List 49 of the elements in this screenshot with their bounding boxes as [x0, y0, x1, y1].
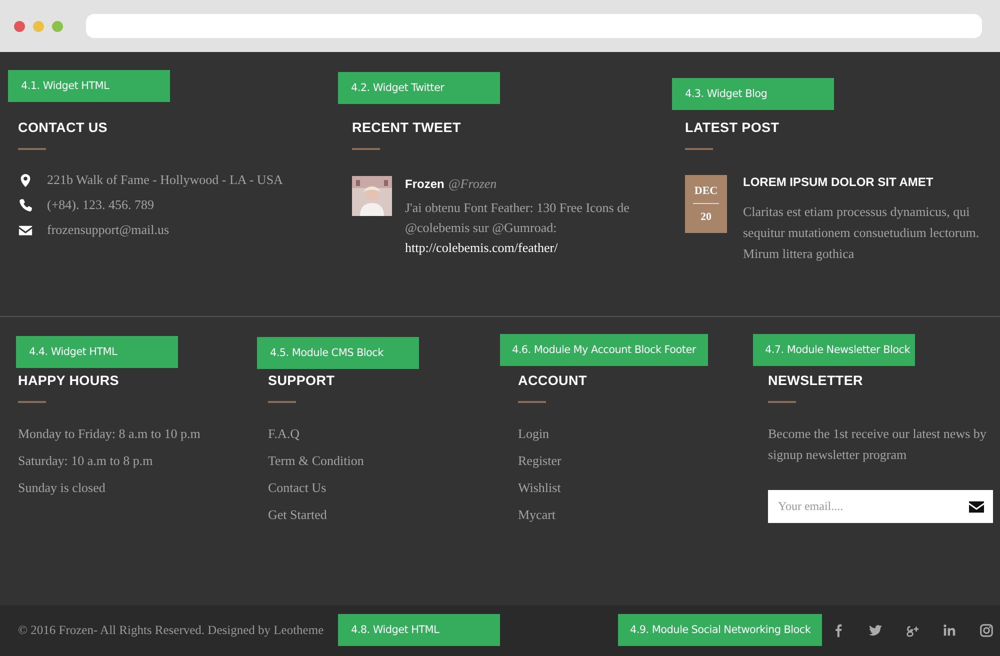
section-heading: LATEST POST [685, 120, 780, 136]
post-title[interactable]: LOREM IPSUM DOLOR SIT AMET [743, 175, 992, 189]
hours-text: Sunday is closed [18, 479, 106, 497]
tweet-link[interactable]: http://colebemis.com/feather/ [405, 240, 558, 255]
footer-link[interactable]: F.A.Q [268, 425, 300, 443]
date-month: DEC [694, 185, 718, 197]
post-excerpt: Claritas est etiam processus dynamicus, qui sequitur mutationem consuetudium lectorum. Mirum littera gothica [743, 203, 980, 263]
contact-text: 221b Walk of Fame - Hollywood - LA - USA [47, 172, 283, 188]
camera-icon[interactable] [979, 623, 994, 638]
newsletter-text: Become the 1st receive our latest news by signup newsletter program [768, 425, 988, 464]
date-day: 20 [700, 211, 712, 223]
annotation-label: 4.8. Widget HTML [338, 614, 500, 646]
annotation-label: 4.5. Module CMS Block [257, 337, 419, 369]
section-heading: ACCOUNT [518, 373, 588, 389]
annotation-label: 4.6. Module My Account Block Footer [500, 334, 708, 366]
tweet-author: Frozen [405, 177, 444, 191]
section-heading: NEWSLETTER [768, 373, 864, 389]
envelope-icon[interactable] [969, 501, 984, 513]
footer-link[interactable]: Login [518, 425, 550, 443]
contact-text: (+84). 123. 456. 789 [47, 197, 154, 213]
section-heading: RECENT TWEET [352, 120, 462, 136]
annotation-label: 4.9. Module Social Networking Block [618, 614, 822, 646]
email-field[interactable]: Your email.... [768, 490, 993, 523]
footer-link[interactable]: Wishlist [518, 479, 561, 497]
google-plus-icon[interactable] [905, 623, 920, 638]
annotation-label: 4.4. Widget HTML [16, 336, 178, 368]
hours-text: Monday to Friday: 8 a.m to 10 p.m [18, 425, 200, 443]
footer-link[interactable]: Get Started [268, 506, 327, 524]
annotation-label: 4.3. Widget Blog [672, 78, 834, 110]
annotation-label: 4.2. Widget Twitter [338, 72, 500, 104]
tweet-text: J'ai obtenu Font Feather: 130 Free Icons de @colebemis sur @Gumroad: http://colebemis.com/feather/ [405, 199, 630, 257]
footer-link[interactable]: Contact Us [268, 479, 326, 497]
section-heading: SUPPORT [268, 373, 336, 389]
tweet-handle: @Frozen [448, 176, 497, 192]
phone-icon [18, 198, 33, 212]
window-control[interactable] [14, 20, 25, 32]
annotation-label: 4.1. Widget HTML [8, 70, 170, 102]
footer-link[interactable]: Term & Condition [268, 452, 364, 470]
footer-link[interactable]: Register [518, 452, 562, 470]
location-pin-icon [18, 172, 33, 188]
annotation-label: 4.7. Module Newsletter Block [753, 334, 915, 366]
section-heading: CONTACT US [18, 120, 108, 136]
section-heading: HAPPY HOURS [18, 373, 120, 389]
hours-text: Saturday: 10 a.m to 8 p.m [18, 452, 153, 470]
bird-icon[interactable] [868, 623, 883, 638]
footer-link[interactable]: Mycart [518, 506, 556, 524]
copyright-text: © 2016 Frozen- All Rights Reserved. Designed by Leotheme [18, 623, 324, 638]
linkedin-icon[interactable] [942, 623, 957, 638]
contact-text: frozensupport@mail.us [47, 222, 170, 238]
